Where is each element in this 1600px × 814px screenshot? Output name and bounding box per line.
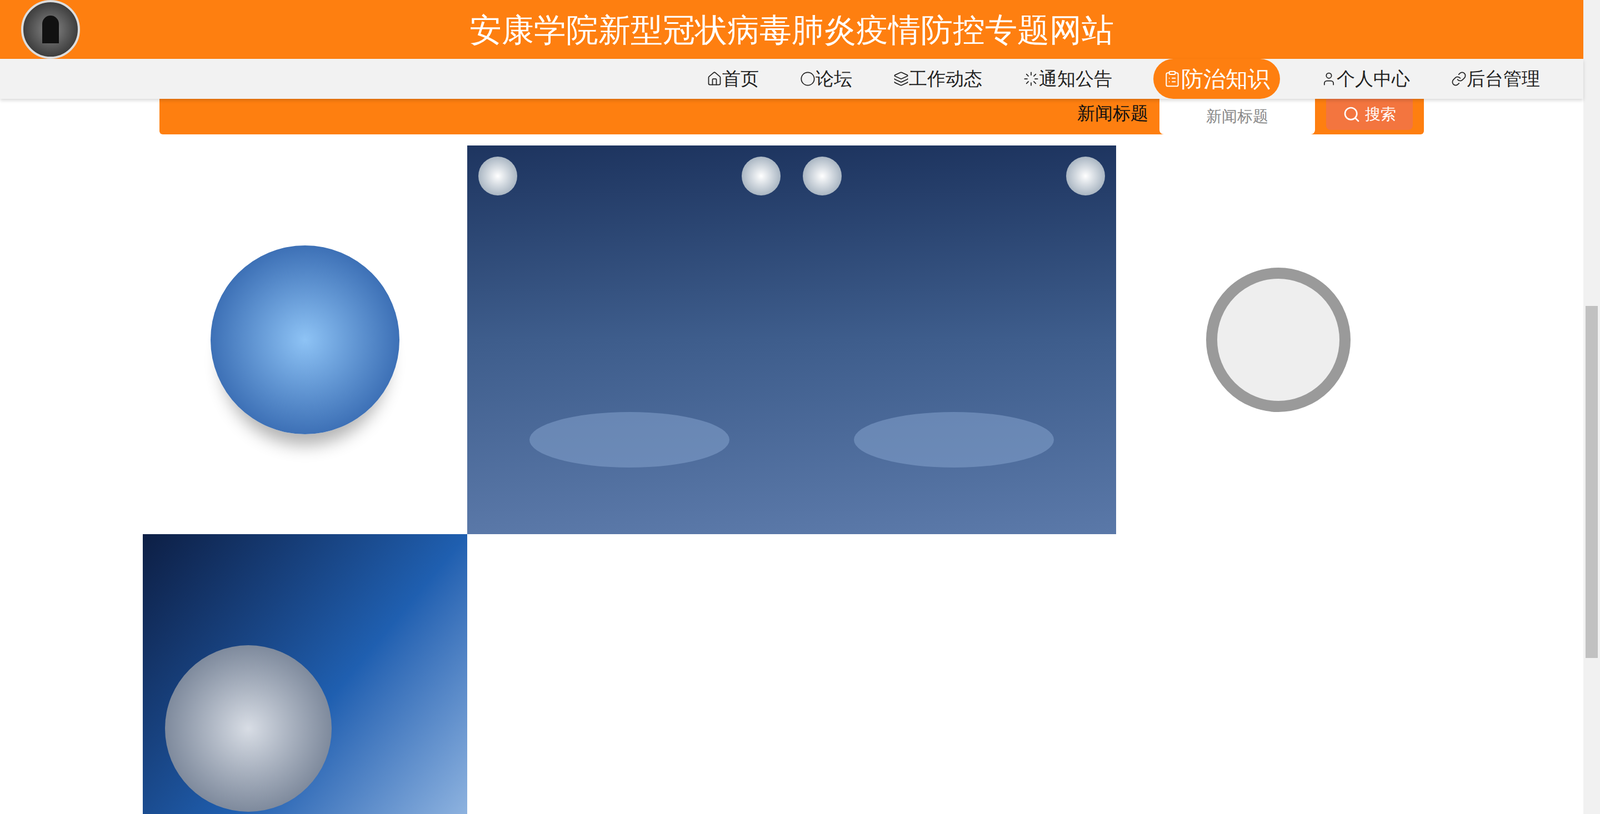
page: 安康学院新型冠状病毒肺炎疫情防控专题网站首页 论坛 工作动态 通知公告 防治知识 个人中心… [0,0,1600,814]
logo-icon[interactable] [21,0,80,59]
notice-icon [1023,71,1039,87]
home-icon [706,71,723,87]
magnifier-icon [1206,267,1351,413]
search-bar: 新闻标题新闻标题搜索 [159,98,1424,135]
globe-icon [165,645,332,813]
content: 安康学院新型冠状病毒肺炎疫情防控专题网站首页 论坛 工作动态 通知公告 防治知识 个人中心… [0,0,1584,814]
news-image[interactable] [1116,145,1441,535]
search-icon [1342,105,1361,124]
nav-item[interactable]: 通知公告 [1023,65,1113,93]
site-title: 安康学院新型冠状病毒肺炎疫情防控专题网站 [80,5,1563,54]
link-icon [1451,71,1467,87]
news-image[interactable] [467,145,792,535]
search-input[interactable]: 新闻标题 [1159,98,1315,135]
nav-item[interactable]: 工作动态 [893,65,983,93]
nav-item[interactable]: 个人中心 [1321,65,1410,93]
user-icon [1321,71,1337,87]
globe-icon [210,245,400,435]
knowledge-icon [1163,70,1182,88]
nav-item[interactable]: 首页 [706,65,759,93]
search-label: 新闻标题 [1077,98,1149,127]
scrollbar-thumb[interactable] [1585,306,1598,659]
spotlight-icon [478,156,518,196]
search-button[interactable]: 搜索 [1326,98,1413,130]
nav-item[interactable]: 防治知识 [1153,58,1280,99]
nav-bar: 首页 论坛 工作动态 通知公告 防治知识 个人中心 后台管理 [0,58,1584,99]
news-image[interactable] [142,145,468,535]
spotlight-icon [1066,156,1105,196]
nav-item[interactable]: 论坛 [800,65,853,93]
header: 安康学院新型冠状病毒肺炎疫情防控专题网站 [0,0,1584,59]
spotlight-icon [802,156,842,196]
layers-icon [893,71,909,87]
news-grid [142,145,1441,814]
forum-icon [800,71,816,87]
news-image[interactable] [791,145,1117,535]
news-image[interactable] [142,534,468,814]
scrollbar[interactable] [1583,0,1600,814]
spotlight-icon [741,156,781,196]
nav-item[interactable]: 后台管理 [1451,65,1540,93]
